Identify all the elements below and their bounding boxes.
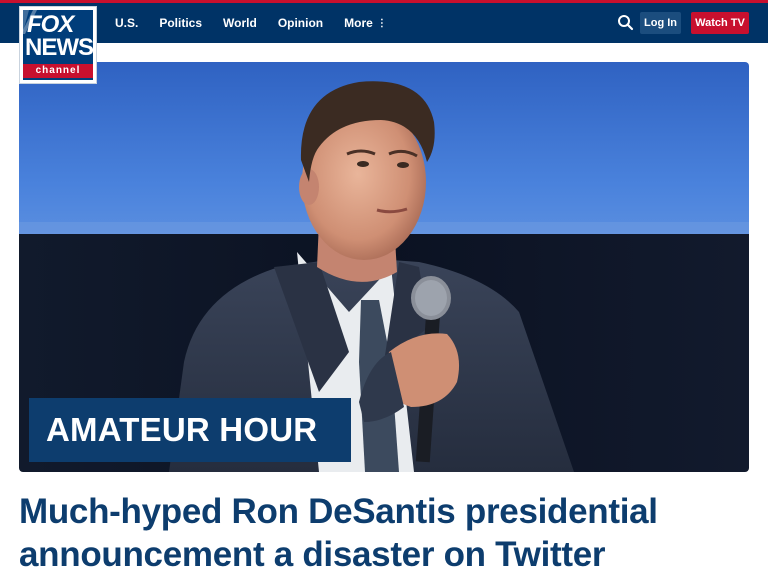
nav-item-opinion[interactable]: Opinion [278, 16, 323, 30]
nav-item-us[interactable]: U.S. [115, 16, 138, 30]
fox-news-logo[interactable]: FOX NEWS channel [19, 6, 97, 84]
watch-tv-button[interactable]: Watch TV [691, 12, 749, 34]
nav-item-more-label: More [344, 16, 373, 30]
nav-item-politics[interactable]: Politics [159, 16, 202, 30]
logo-text-channel: channel [23, 64, 93, 78]
story-tag[interactable]: AMATEUR HOUR [29, 398, 351, 462]
nav-item-more[interactable]: More ⋮ [344, 16, 387, 30]
search-icon[interactable] [617, 14, 634, 31]
logo-text-news: NEWS [25, 34, 93, 61]
story-tag-label: AMATEUR HOUR [46, 411, 318, 448]
nav-item-world[interactable]: World [223, 16, 257, 30]
main-nav: U.S. Politics World Opinion More ⋮ [115, 3, 408, 43]
logo-badge: FOX NEWS channel [23, 10, 93, 80]
headline-link[interactable]: Much-hyped Ron DeSantis presidential ann… [19, 490, 749, 576]
vertical-dots-icon: ⋮ [376, 18, 387, 29]
login-button[interactable]: Log In [640, 12, 681, 34]
